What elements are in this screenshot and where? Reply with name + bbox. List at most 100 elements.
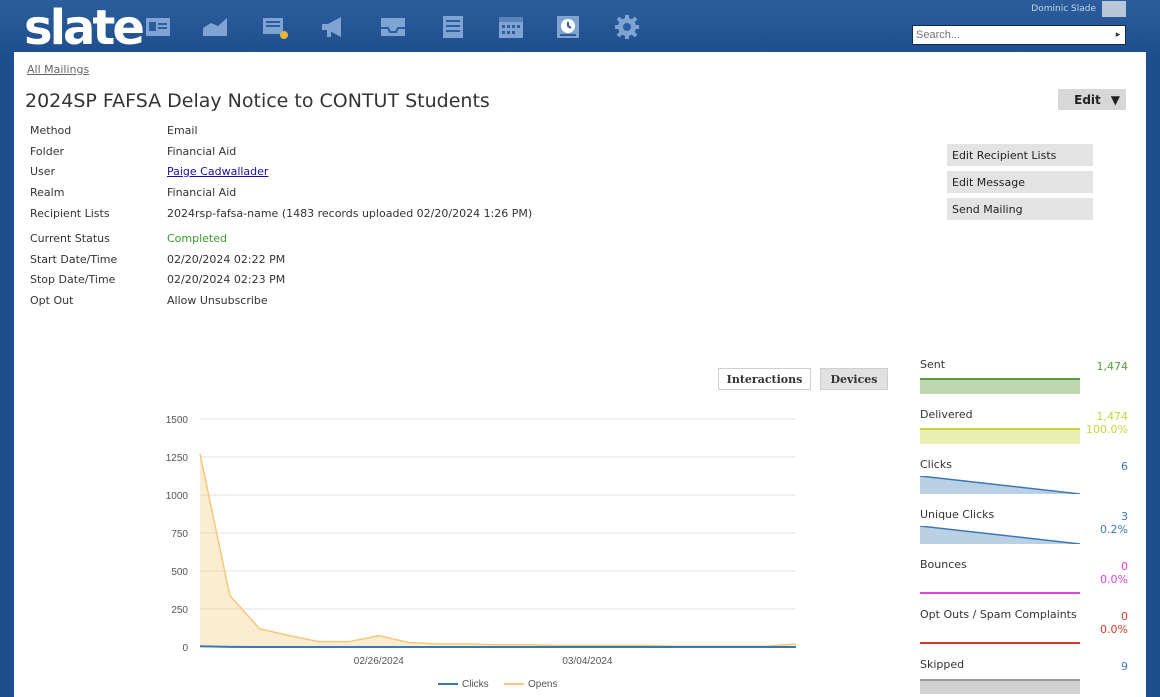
opens-area bbox=[200, 453, 796, 647]
stat-skipped: Skipped 9 bbox=[920, 658, 1128, 697]
id-card-icon[interactable] bbox=[143, 14, 173, 40]
sparkline-fill bbox=[920, 379, 1080, 394]
stat-label: Sent bbox=[920, 358, 946, 371]
stat-label: Opt Outs / Spam Complaints bbox=[920, 608, 1077, 621]
sparkline bbox=[920, 592, 1080, 594]
stat-number: 1,474 bbox=[1096, 410, 1129, 423]
search-arrow-icon[interactable]: ▸ bbox=[1111, 30, 1125, 40]
sparkline bbox=[920, 526, 1080, 544]
x-tick-label: 03/04/2024 bbox=[562, 656, 612, 667]
breadcrumb-all-mailings[interactable]: All Mailings bbox=[27, 63, 89, 76]
stat-clicks: Clicks 6 bbox=[920, 458, 1128, 508]
field-user: User Paige Cadwallader bbox=[30, 165, 630, 181]
y-tick-label: 1250 bbox=[166, 453, 189, 464]
stat-pct: 0.0% bbox=[1100, 573, 1128, 586]
stat-value: 0 0.0% bbox=[1100, 560, 1128, 586]
stat-value: 1,474 100.0% bbox=[1086, 410, 1128, 436]
stat-number: 6 bbox=[1121, 460, 1128, 473]
forms-icon[interactable] bbox=[438, 14, 468, 40]
interactions-chart: 0 250 500 750 1000 1250 1500 02/26/2024 03/04/20… bbox=[144, 407, 804, 697]
edit-button[interactable]: Edit ▼ bbox=[1058, 89, 1126, 110]
stat-delivered: Delivered 1,474 100.0% bbox=[920, 408, 1128, 458]
chart-icon[interactable] bbox=[200, 14, 230, 40]
stat-number: 0 bbox=[1121, 610, 1128, 623]
field-stop: Stop Date/Time 02/20/2024 02:23 PM bbox=[30, 273, 630, 289]
stat-sent: Sent 1,474 bbox=[920, 358, 1128, 408]
main-panel: All Mailings 2024SP FAFSA Delay Notice t… bbox=[14, 52, 1146, 697]
stat-value: 3 0.2% bbox=[1100, 510, 1128, 536]
stat-unique-clicks: Unique Clicks 3 0.2% bbox=[920, 508, 1128, 558]
y-tick-label: 250 bbox=[171, 605, 188, 616]
field-label: Opt Out bbox=[30, 294, 74, 307]
user-name: Dominic Slade bbox=[1031, 4, 1096, 14]
y-tick-label: 1000 bbox=[166, 491, 189, 502]
status-badge: Completed bbox=[167, 232, 227, 245]
field-label: Method bbox=[30, 124, 72, 137]
stat-value: 1,474 bbox=[1097, 360, 1129, 373]
legend-clicks-label: Clicks bbox=[462, 679, 489, 690]
gear-icon[interactable] bbox=[612, 14, 642, 40]
sparkline bbox=[920, 428, 1080, 444]
field-value: 2024rsp-fafsa-name (1483 records uploade… bbox=[167, 207, 533, 220]
stat-pct: 0.0% bbox=[1100, 623, 1128, 636]
y-tick-label: 500 bbox=[171, 567, 188, 578]
field-label: Folder bbox=[30, 145, 64, 158]
field-recipient-lists: Recipient Lists 2024rsp-fafsa-name (1483… bbox=[30, 207, 630, 223]
calendar-icon[interactable] bbox=[496, 14, 526, 40]
field-realm: Realm Financial Aid bbox=[30, 186, 630, 202]
opens-line bbox=[199, 453, 797, 647]
field-current-status: Current Status Completed bbox=[30, 232, 630, 248]
tab-interactions[interactable]: Interactions bbox=[718, 368, 811, 390]
stat-value: 0 0.0% bbox=[1100, 610, 1128, 636]
field-folder: Folder Financial Aid bbox=[30, 145, 630, 161]
stat-opt-outs: Opt Outs / Spam Complaints 0 0.0% bbox=[920, 608, 1128, 658]
user-link[interactable]: Paige Cadwallader bbox=[167, 165, 268, 178]
reader-icon[interactable] bbox=[260, 14, 290, 40]
stat-number: 3 bbox=[1121, 510, 1128, 523]
field-label: User bbox=[30, 165, 56, 178]
edit-message-button[interactable]: Edit Message bbox=[947, 171, 1093, 193]
field-value: 02/20/2024 02:23 PM bbox=[167, 273, 286, 286]
legend-opens-label: Opens bbox=[528, 679, 557, 690]
search-input[interactable] bbox=[913, 26, 1111, 44]
field-value: Financial Aid bbox=[167, 145, 237, 158]
search-box[interactable]: ▸ bbox=[912, 25, 1126, 45]
sparkline-fill bbox=[920, 680, 1080, 694]
edit-recipient-lists-button[interactable]: Edit Recipient Lists bbox=[947, 144, 1093, 166]
stat-label: Delivered bbox=[920, 408, 973, 421]
send-mailing-button[interactable]: Send Mailing bbox=[947, 198, 1093, 220]
avatar bbox=[1102, 1, 1126, 17]
field-method: Method Email bbox=[30, 124, 630, 140]
user-menu[interactable]: Dominic Slade bbox=[1031, 0, 1126, 18]
stat-value: 9 bbox=[1121, 660, 1128, 673]
field-label: Start Date/Time bbox=[30, 253, 118, 266]
chevron-down-icon: ▼ bbox=[1110, 92, 1120, 107]
tab-devices[interactable]: Devices bbox=[820, 368, 888, 390]
slate-logo[interactable]: slate bbox=[24, 2, 145, 54]
x-tick-label: 02/26/2024 bbox=[354, 656, 404, 667]
y-tick-label: 750 bbox=[171, 529, 188, 540]
inbox-icon[interactable] bbox=[378, 14, 408, 40]
megaphone-icon[interactable] bbox=[318, 14, 348, 40]
field-label: Recipient Lists bbox=[30, 207, 110, 220]
sparkline bbox=[920, 679, 1080, 694]
stat-pct: 0.2% bbox=[1100, 523, 1128, 536]
stat-label: Skipped bbox=[920, 658, 965, 671]
y-tick-label: 1500 bbox=[166, 415, 189, 426]
stat-number: 9 bbox=[1121, 660, 1128, 673]
clock-icon[interactable] bbox=[553, 14, 583, 40]
field-label: Stop Date/Time bbox=[30, 273, 116, 286]
sparkline bbox=[920, 642, 1080, 644]
stat-label: Clicks bbox=[920, 458, 952, 471]
stat-bounces: Bounces 0 0.0% bbox=[920, 558, 1128, 608]
field-label: Current Status bbox=[30, 232, 110, 245]
stat-value: 6 bbox=[1121, 460, 1128, 473]
field-start: Start Date/Time 02/20/2024 02:22 PM bbox=[30, 253, 630, 269]
page-title: 2024SP FAFSA Delay Notice to CONTUT Stud… bbox=[25, 90, 490, 112]
stat-number: 0 bbox=[1121, 560, 1128, 573]
field-value: Financial Aid bbox=[167, 186, 237, 199]
edit-button-label: Edit bbox=[1074, 92, 1101, 107]
chart-svg: 0 250 500 750 1000 1250 1500 02/26/2024 03/04/20… bbox=[166, 415, 797, 690]
y-tick-label: 0 bbox=[182, 643, 188, 654]
stat-label: Unique Clicks bbox=[920, 508, 995, 521]
